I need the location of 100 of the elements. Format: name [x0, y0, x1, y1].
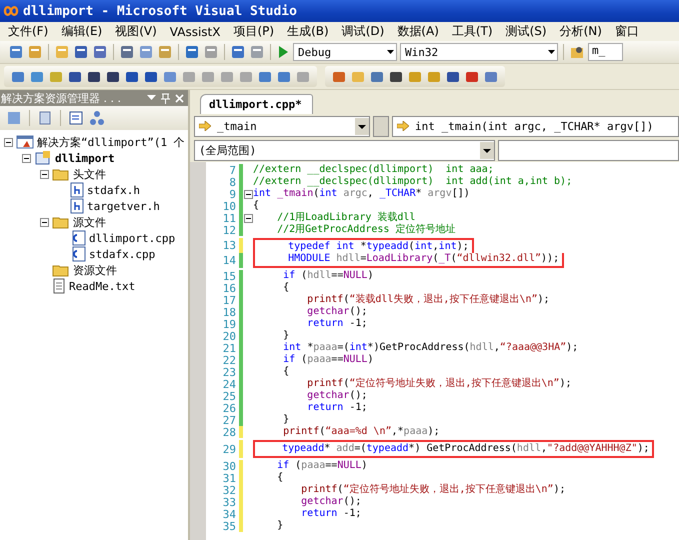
tree-item[interactable]: stdafx.cpp [89, 248, 156, 260]
line-number: 19 [222, 318, 237, 330]
menu-item[interactable]: 工具(T) [452, 23, 493, 40]
configuration-dropdown[interactable]: Debug [293, 43, 397, 61]
tree-item[interactable]: dllimport [55, 152, 115, 164]
line-number: 17 [222, 294, 237, 306]
infinity-logo-icon [3, 4, 19, 18]
code-line: printf(“定位符号地址失败，退出,按下任意键退出\n”); [306, 378, 572, 390]
collapse-toggle-icon[interactable] [244, 190, 252, 198]
line-number: 18 [222, 306, 237, 318]
dropdown-arrow-icon [548, 50, 555, 54]
code-line: printf(“装载dll失败，退出,按下任意键退出\n”); [306, 294, 550, 306]
line-number: 16 [222, 282, 237, 294]
code-line: if (hdll==NULL) [282, 270, 374, 282]
menu-item[interactable]: 文件(F) [8, 23, 48, 40]
panel-title: 解决方案资源管理器 . . . [1, 90, 122, 106]
line-number: 23 [222, 366, 237, 378]
code-line: typedef int *typeadd(int,int); [253, 238, 474, 253]
menu-item[interactable]: 生成(B) [287, 23, 329, 40]
solution-icon [16, 134, 34, 150]
header-file-icon [70, 198, 84, 214]
menu-item[interactable]: VAssistX [170, 24, 220, 38]
tree-item[interactable]: 头文件 [73, 166, 106, 182]
line-number: 30 [222, 460, 237, 472]
code-line: getchar(); [306, 390, 368, 402]
code-line: return -1; [300, 508, 362, 520]
member-dropdown[interactable]: _tmain [194, 116, 370, 136]
menu-item[interactable]: 数据(A) [397, 23, 439, 40]
window-title: dllimport - Microsoft Visual Studio [23, 4, 297, 18]
collapse-toggle-icon[interactable] [4, 138, 13, 146]
line-number: 34 [222, 508, 237, 520]
code-line: getchar(); [306, 306, 368, 318]
line-number: 29 [222, 442, 237, 456]
code-line: //extern __declspec(dllimport) int add(int a,int b); [253, 176, 572, 188]
signature-dropdown[interactable]: int _tmain(int argc, _TCHAR* argv[]) [392, 116, 679, 136]
code-line: } [282, 330, 290, 342]
arrow-icon [199, 121, 211, 131]
platform-dropdown[interactable]: Win32 [400, 43, 558, 61]
code-line: { [282, 366, 290, 378]
search-field[interactable] [498, 140, 679, 160]
code-line: return -1; [306, 402, 368, 414]
menu-item[interactable]: 编辑(E) [61, 23, 102, 40]
pin-icon[interactable] [161, 92, 170, 104]
code-line: HMODULE hdll=LoadLibrary(_T(“dllwin32.dll”)); [253, 253, 564, 268]
dropdown-arrow-icon [387, 50, 394, 54]
code-line: if (paaa==NULL) [276, 460, 368, 472]
menu-item[interactable]: 测试(S) [506, 23, 547, 40]
scope-dropdown[interactable]: (全局范围) [194, 140, 495, 160]
menu-item[interactable]: 调试(D) [342, 23, 384, 40]
tree-item[interactable]: stdafx.h [87, 184, 140, 196]
arrow-icon [397, 121, 409, 131]
menu-item[interactable]: 视图(V) [115, 23, 157, 40]
collapse-toggle-icon[interactable] [40, 170, 49, 178]
tree-item[interactable]: dllimport.cpp [89, 232, 176, 244]
code-line: printf(“定位符号地址失败，退出,按下任意键退出\n”); [300, 484, 566, 496]
cpp-file-icon [70, 230, 86, 246]
code-line: //extern __declspec(dllimport) int aaa; [253, 164, 494, 176]
line-number: 15 [222, 270, 237, 282]
code-line: { [253, 200, 260, 212]
project-icon [34, 150, 52, 166]
line-number: 7 [228, 164, 237, 176]
code-line: printf(“aaa=%d \n”,*paaa); [282, 426, 440, 438]
find-field[interactable]: m_ [588, 43, 623, 61]
line-number: 13 [222, 239, 237, 252]
line-number: 31 [222, 472, 237, 484]
dropdown-icon[interactable] [147, 95, 156, 101]
collapse-toggle-icon[interactable] [40, 218, 49, 226]
play-icon[interactable] [276, 44, 290, 60]
code-line: if (paaa==NULL) [282, 354, 374, 366]
code-line: { [282, 282, 290, 294]
line-number: 8 [228, 176, 237, 188]
line-number: 14 [222, 254, 237, 267]
cpp-file-icon [70, 246, 86, 262]
line-number: 32 [222, 484, 237, 496]
file-tab[interactable]: dllimport.cpp* [200, 94, 313, 114]
header-file-icon [70, 182, 84, 198]
menu-item[interactable]: 窗口 [614, 23, 639, 40]
code-line: int _tmain(int argc, _TCHAR* argv[]) [253, 188, 470, 200]
line-number: 24 [222, 378, 237, 390]
line-number: 25 [222, 390, 237, 402]
tree-item[interactable]: 解决方案“dllimport”(1 个 [37, 134, 185, 150]
code-line: } [276, 520, 284, 532]
close-icon[interactable] [175, 94, 184, 102]
collapse-toggle-icon[interactable] [22, 154, 31, 162]
line-number: 9 [228, 188, 237, 200]
tree-item[interactable]: ReadMe.txt [69, 280, 136, 292]
line-number: 22 [222, 354, 237, 366]
menu-item[interactable]: 分析(N) [560, 23, 602, 40]
line-number: 10 [222, 200, 237, 212]
tree-item[interactable]: targetver.h [87, 200, 160, 212]
code-line: //1用LoadLibrary 装载dll [276, 212, 416, 224]
line-number: 28 [222, 426, 237, 438]
tree-item[interactable]: 资源文件 [73, 262, 117, 278]
line-number: 20 [222, 330, 237, 342]
tree-item[interactable]: 源文件 [73, 214, 106, 230]
code-line: int *paaa=(int*)GetProcAddress(hdll,“?aaa@@3HA”); [282, 342, 578, 354]
menu-item[interactable]: 项目(P) [233, 23, 274, 40]
collapse-toggle-icon[interactable] [244, 214, 252, 222]
line-number: 11 [222, 212, 237, 224]
code-line: //2用GetProcAddress 定位符号地址 [276, 224, 456, 236]
